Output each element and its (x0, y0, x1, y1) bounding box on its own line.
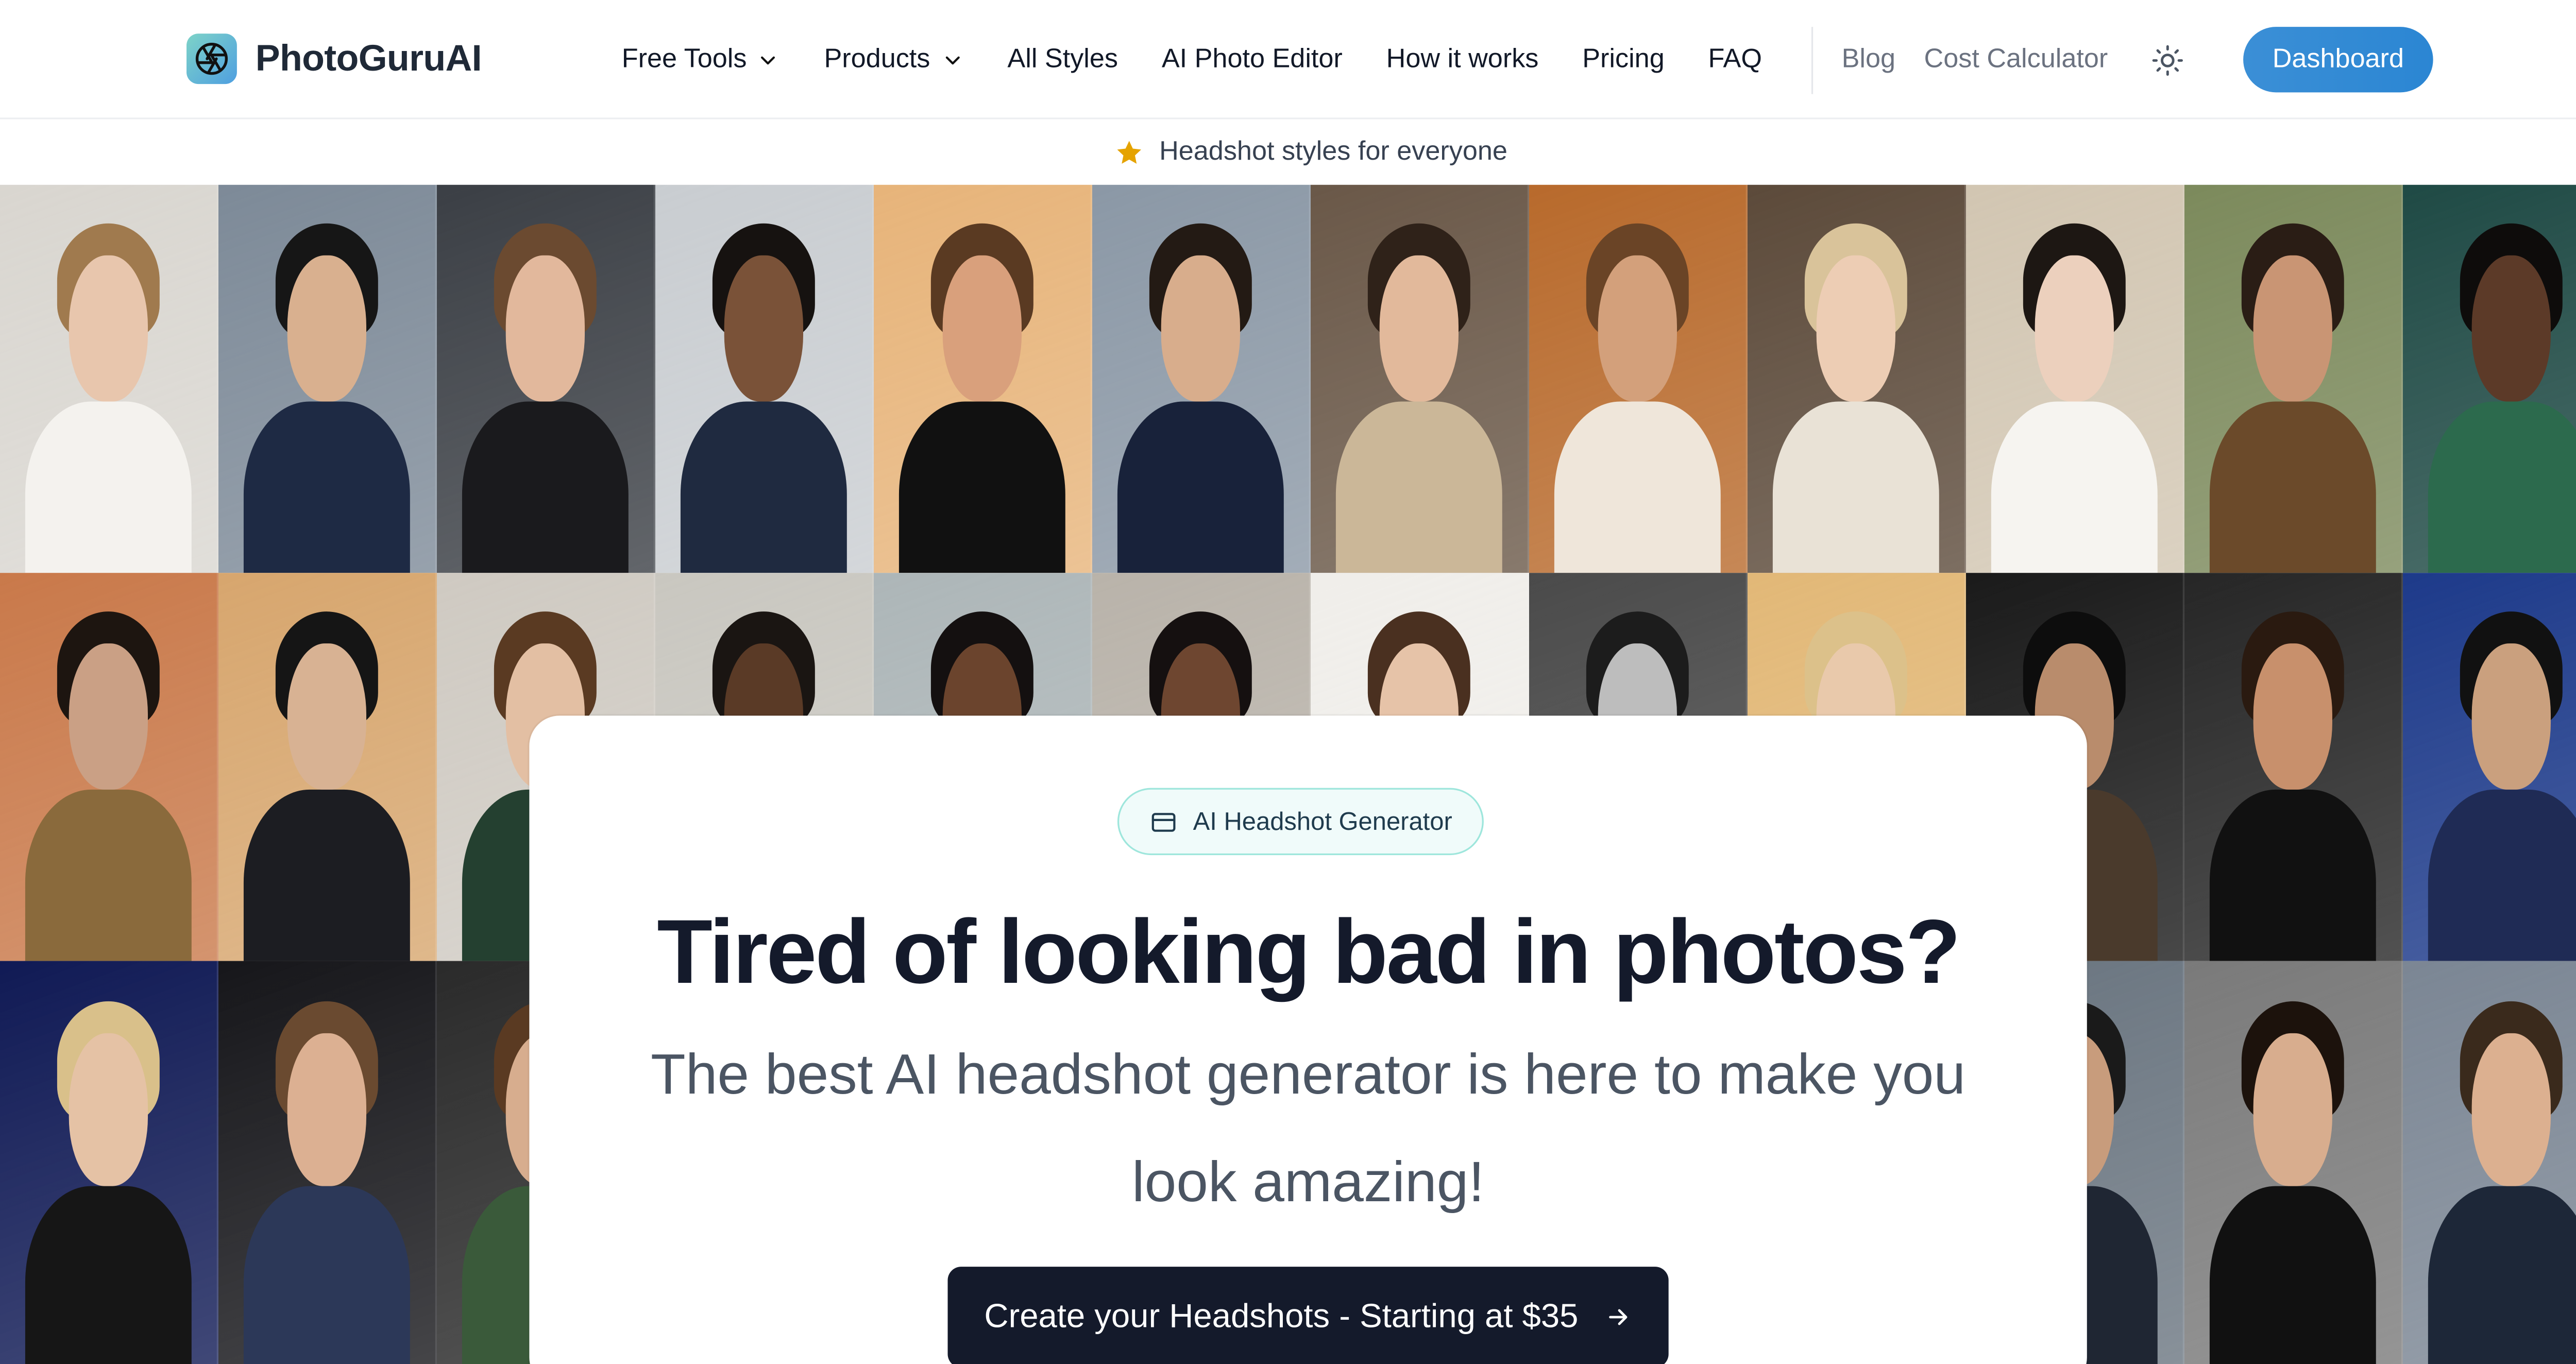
chevron-down-icon (761, 55, 776, 64)
portrait-body (26, 402, 191, 573)
portrait-body (244, 402, 410, 573)
card-icon (1151, 812, 1176, 831)
create-headshots-button[interactable]: Create your Headshots - Starting at $35 (947, 1267, 1669, 1364)
headshot-photo (1529, 184, 1748, 573)
announcement-banner: Headshot styles for everyone (0, 119, 2576, 185)
chevron-down-icon (945, 55, 959, 64)
portrait-body (26, 790, 191, 961)
headshot-photo (218, 961, 437, 1364)
portrait-face (2253, 254, 2332, 402)
portrait-face (69, 642, 148, 791)
portrait-body (681, 402, 846, 573)
portrait-face (506, 254, 585, 402)
nav-label: Free Tools (621, 44, 747, 73)
portrait-body (1118, 402, 1283, 573)
portrait-body (1555, 402, 1720, 573)
ai-headshot-generator-badge[interactable]: AI Headshot Generator (1117, 788, 1484, 856)
portrait-face (2472, 254, 2550, 402)
headshot-photo (655, 184, 874, 573)
main-nav: Free Tools Products All Styles AI Photo … (622, 0, 1806, 120)
logo-text: PhotoGuruAI (255, 37, 482, 79)
headshot-photo (2184, 961, 2403, 1364)
site-header: PhotoGuruAI Free Tools Products All Styl… (0, 0, 2576, 120)
logo[interactable]: PhotoGuruAI (187, 33, 482, 84)
headshot-photo (2184, 184, 2403, 573)
portrait-face (2253, 1033, 2332, 1187)
portrait-body (2210, 1186, 2376, 1364)
nav-label: Products (824, 44, 930, 73)
nav-blog[interactable]: Blog (1842, 44, 1895, 75)
headshot-photo (218, 184, 437, 573)
portrait-face (943, 254, 1022, 402)
portrait-body (2429, 402, 2576, 573)
headshot-photo (2402, 573, 2576, 961)
portrait-body (1992, 402, 2157, 573)
portrait-face (287, 1033, 366, 1187)
headshot-photo (0, 184, 218, 573)
dashboard-button[interactable]: Dashboard (2243, 27, 2433, 93)
portrait-body (900, 402, 1065, 573)
headshot-photo (1965, 184, 2184, 573)
portrait-body (244, 790, 410, 961)
headshot-photo (218, 573, 437, 961)
portrait-body (2429, 790, 2576, 961)
portrait-face (287, 642, 366, 791)
portrait-face (2472, 642, 2550, 791)
portrait-body (2210, 790, 2376, 961)
aperture-icon (187, 33, 237, 84)
portrait-face (1161, 254, 1240, 402)
headshot-photo (1092, 184, 1311, 573)
headshot-photo (1310, 184, 1529, 573)
portrait-body (463, 402, 628, 573)
portrait-body (2429, 1186, 2576, 1364)
hero-subtitle: The best AI headshot generator is here t… (651, 1043, 1966, 1215)
headshot-photo (2402, 961, 2576, 1364)
nav-ai-photo-editor[interactable]: AI Photo Editor (1162, 44, 1343, 75)
banner-text: Headshot styles for everyone (1159, 137, 1507, 166)
hero-title: Tired of looking bad in photos? (657, 902, 1961, 1003)
nav-free-tools[interactable]: Free Tools (622, 44, 781, 75)
cta-label: Create your Headshots - Starting at $35 (984, 1298, 1579, 1335)
portrait-face (2035, 254, 2113, 402)
hero-card: AI Headshot Generator Tired of looking b… (529, 715, 2087, 1364)
portrait-face (69, 254, 148, 402)
portrait-face (724, 254, 803, 402)
headshot-photo (1747, 184, 1966, 573)
nav-cost-calculator[interactable]: Cost Calculator (1924, 44, 2108, 75)
portrait-body (2210, 402, 2376, 573)
portrait-body (1773, 402, 1939, 573)
arrow-right-icon (1609, 1309, 1628, 1325)
portrait-face (287, 254, 366, 402)
nav-how-it-works[interactable]: How it works (1386, 44, 1539, 75)
headshot-photo (2184, 573, 2403, 961)
nav-pricing[interactable]: Pricing (1582, 44, 1665, 75)
nav-products[interactable]: Products (824, 44, 963, 75)
headshot-photo (0, 961, 218, 1364)
portrait-face (2472, 1033, 2550, 1187)
portrait-face (1598, 254, 1677, 402)
secondary-nav: Blog Cost Calculator (1842, 0, 2137, 120)
headshot-photo (2402, 184, 2576, 573)
headshot-photo (436, 184, 655, 573)
nav-all-styles[interactable]: All Styles (1007, 44, 1118, 75)
headshot-photo (0, 573, 218, 961)
portrait-body (244, 1186, 410, 1364)
portrait-face (1380, 254, 1459, 402)
headshot-photo (873, 184, 1092, 573)
portrait-body (26, 1186, 191, 1364)
nav-divider (1811, 27, 1814, 94)
portrait-body (1336, 402, 1502, 573)
badge-label: AI Headshot Generator (1193, 807, 1452, 836)
star-icon (1117, 140, 1141, 163)
portrait-face (2253, 642, 2332, 791)
portrait-face (1817, 254, 1895, 402)
portrait-face (69, 1033, 148, 1187)
nav-faq[interactable]: FAQ (1708, 44, 1762, 75)
sun-icon[interactable] (2151, 44, 2184, 77)
